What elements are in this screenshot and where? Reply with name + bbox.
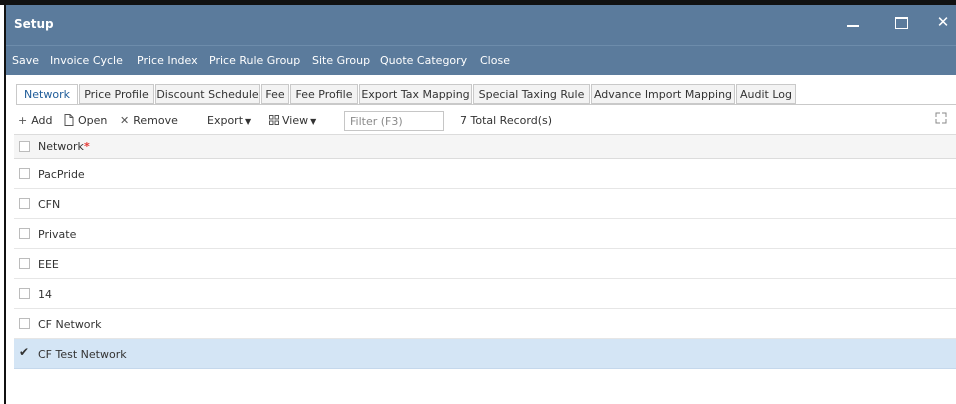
- remove-label: Remove: [133, 114, 178, 127]
- row-checkbox[interactable]: [19, 258, 30, 269]
- grid-icon: [269, 115, 279, 125]
- tab-network[interactable]: Network: [16, 84, 78, 105]
- document-icon: [64, 114, 74, 126]
- minimize-button[interactable]: [838, 11, 868, 33]
- table-row[interactable]: PacPride: [14, 159, 956, 189]
- menu-price-rule-group[interactable]: Price Rule Group: [209, 54, 300, 67]
- network-cell: EEE: [38, 258, 59, 271]
- row-checkbox[interactable]: [19, 318, 30, 329]
- chevron-down-icon: ▼: [245, 117, 252, 126]
- table-row[interactable]: 14: [14, 279, 956, 309]
- add-button[interactable]: + Add: [18, 114, 53, 127]
- x-icon: ✕: [120, 114, 130, 127]
- remove-button[interactable]: ✕ Remove: [120, 114, 178, 127]
- maximize-button[interactable]: [886, 11, 916, 33]
- plus-icon: +: [18, 114, 28, 127]
- view-button[interactable]: View ▼: [269, 114, 316, 127]
- row-checkbox[interactable]: ✔: [19, 345, 30, 359]
- table-row[interactable]: EEE: [14, 249, 956, 279]
- add-label: Add: [31, 114, 53, 127]
- filter-input[interactable]: [344, 111, 444, 131]
- select-all-checkbox[interactable]: [19, 141, 30, 152]
- expand-icon[interactable]: [934, 111, 948, 125]
- tab-price-profile[interactable]: Price Profile: [79, 84, 154, 104]
- menu-save[interactable]: Save: [12, 54, 39, 67]
- chevron-down-icon: ▼: [310, 117, 317, 126]
- network-cell: Private: [38, 228, 77, 241]
- open-button[interactable]: Open: [64, 114, 107, 127]
- tab-special-taxing-rule[interactable]: Special Taxing Rule: [473, 84, 590, 104]
- network-cell: CFN: [38, 198, 61, 211]
- table-row[interactable]: CF Network: [14, 309, 956, 339]
- tab-discount-schedule[interactable]: Discount Schedule: [155, 84, 260, 104]
- close-window-button[interactable]: ✕: [928, 11, 956, 33]
- tab-export-tax-mapping[interactable]: Export Tax Mapping: [359, 84, 472, 104]
- table-row[interactable]: CFN: [14, 189, 956, 219]
- tab-fee-profile[interactable]: Fee Profile: [290, 84, 358, 104]
- window-title: Setup: [14, 17, 54, 31]
- export-label: Export: [207, 114, 244, 127]
- menu-bar: Save Invoice Cycle Price Index Price Rul…: [6, 45, 956, 75]
- maximize-icon: [895, 17, 908, 29]
- minimize-icon: [847, 25, 859, 27]
- checkmark-icon: ✔: [19, 345, 30, 359]
- menu-price-index[interactable]: Price Index: [137, 54, 198, 67]
- network-cell: CF Test Network: [38, 348, 127, 361]
- row-checkbox[interactable]: [19, 228, 30, 239]
- required-marker: *: [83, 140, 90, 153]
- view-label: View: [282, 114, 309, 127]
- row-checkbox[interactable]: [19, 198, 30, 209]
- network-cell: 14: [38, 288, 52, 301]
- tab-divider: [16, 104, 956, 105]
- tab-fee[interactable]: Fee: [261, 84, 289, 104]
- row-checkbox[interactable]: [19, 288, 30, 299]
- column-header-network[interactable]: Network*: [38, 140, 90, 153]
- export-button[interactable]: Export ▼: [207, 114, 251, 127]
- table-row[interactable]: ✔ CF Test Network: [14, 339, 956, 369]
- table-row[interactable]: Private: [14, 219, 956, 249]
- setup-window: Setup ✕ Save Invoice Cycle Price Index P…: [4, 5, 956, 404]
- title-bar: Setup ✕: [6, 5, 956, 45]
- open-label: Open: [78, 114, 108, 127]
- menu-close[interactable]: Close: [480, 54, 510, 67]
- grid-header: Network*: [14, 134, 956, 159]
- grid-toolbar: +Add Open ✕Remove Export▼ View▼ 7 Total …: [14, 109, 956, 133]
- menu-invoice-cycle[interactable]: Invoice Cycle: [50, 54, 123, 67]
- menu-quote-category[interactable]: Quote Category: [380, 54, 467, 67]
- network-cell: CF Network: [38, 318, 102, 331]
- row-checkbox[interactable]: [19, 168, 30, 179]
- column-header-label: Network: [38, 140, 84, 153]
- tab-advance-import-mapping[interactable]: Advance Import Mapping: [591, 84, 735, 104]
- network-cell: PacPride: [38, 168, 85, 181]
- close-icon: ✕: [936, 13, 950, 31]
- menu-site-group[interactable]: Site Group: [312, 54, 370, 67]
- record-count: 7 Total Record(s): [460, 114, 553, 127]
- tab-audit-log[interactable]: Audit Log: [736, 84, 796, 104]
